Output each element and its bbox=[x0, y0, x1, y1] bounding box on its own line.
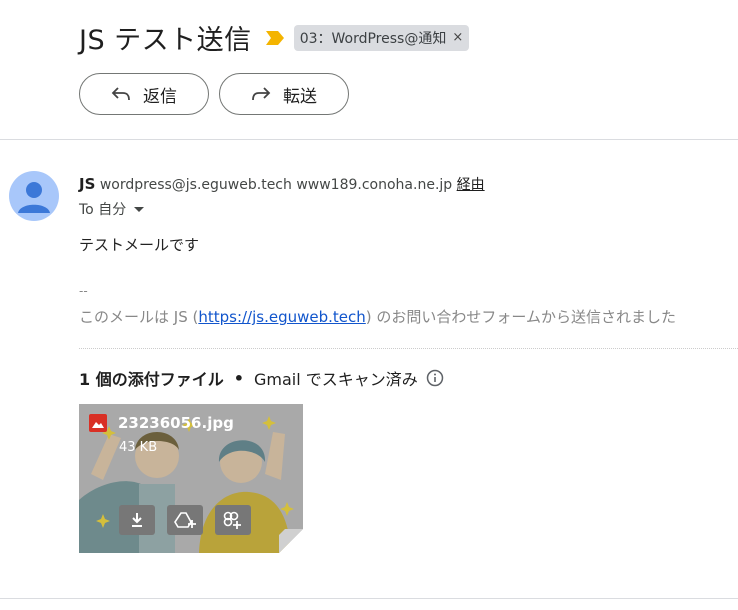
signature-suffix: ) のお問い合わせフォームから送信されました bbox=[365, 308, 676, 326]
person-icon bbox=[18, 182, 50, 213]
recipients-toggle[interactable]: To 自分 bbox=[79, 199, 145, 219]
download-icon bbox=[132, 513, 142, 527]
scan-status: Gmail でスキャン済み bbox=[253, 370, 418, 389]
separator-dot: • bbox=[233, 368, 244, 388]
info-icon[interactable] bbox=[426, 369, 444, 387]
signature-link[interactable]: https://js.eguweb.tech bbox=[198, 308, 365, 326]
file-name: 23236056.jpg bbox=[118, 414, 234, 432]
signature-prefix: このメールは JS ( bbox=[79, 308, 199, 326]
chevron-down-icon[interactable] bbox=[134, 206, 145, 212]
sender-email: wordpress@js.eguweb.tech bbox=[99, 177, 292, 193]
label-chip-text: 03：WordPress@通知 bbox=[299, 30, 447, 47]
save-to-photos-button[interactable] bbox=[215, 505, 251, 535]
forward-icon bbox=[252, 87, 271, 101]
reply-icon bbox=[111, 87, 130, 101]
add-to-drive-icon bbox=[174, 512, 196, 528]
attachment-thumbnail[interactable]: 23236056.jpg 43 KB bbox=[79, 404, 303, 553]
remove-label-icon[interactable]: × bbox=[452, 30, 463, 45]
attachments-divider bbox=[79, 348, 738, 349]
file-meta: 23236056.jpg bbox=[89, 414, 234, 432]
signature-separator: -- bbox=[79, 284, 88, 298]
add-to-drive-button[interactable] bbox=[167, 505, 203, 535]
reply-button[interactable]: 返信 bbox=[79, 73, 209, 115]
attachment-count: 1 個の添付ファイル bbox=[79, 370, 224, 389]
file-size: 43 KB bbox=[119, 440, 158, 455]
image-file-icon bbox=[89, 414, 107, 432]
sender-line: JS wordpress@js.eguweb.tech www189.conoh… bbox=[79, 174, 485, 194]
signature-line: このメールは JS (https://js.eguweb.tech) のお問い合… bbox=[79, 306, 676, 327]
subject-row: JS テスト送信 03：WordPress@通知 × bbox=[79, 18, 470, 57]
footer-divider bbox=[0, 598, 738, 599]
via-server: www189.conoha.ne.jp bbox=[296, 177, 453, 193]
via-link[interactable]: 経由 bbox=[457, 177, 485, 193]
to-label: To 自分 bbox=[79, 202, 127, 218]
importance-marker-icon[interactable] bbox=[265, 30, 284, 45]
forward-button[interactable]: 転送 bbox=[219, 73, 349, 115]
attachments-header: 1 個の添付ファイル • Gmail でスキャン済み bbox=[79, 366, 444, 390]
email-subject: JS テスト送信 bbox=[79, 25, 252, 56]
forward-label: 転送 bbox=[283, 86, 317, 107]
header-divider bbox=[0, 139, 738, 140]
photos-add-icon bbox=[223, 511, 241, 529]
download-button[interactable] bbox=[119, 505, 155, 535]
page-fold-icon bbox=[279, 529, 303, 553]
reply-label: 返信 bbox=[143, 86, 177, 107]
sender-name: JS bbox=[79, 175, 96, 193]
label-chip[interactable]: 03：WordPress@通知 × bbox=[293, 24, 470, 51]
avatar[interactable] bbox=[9, 171, 59, 221]
message-body: テストメールです bbox=[79, 236, 200, 254]
